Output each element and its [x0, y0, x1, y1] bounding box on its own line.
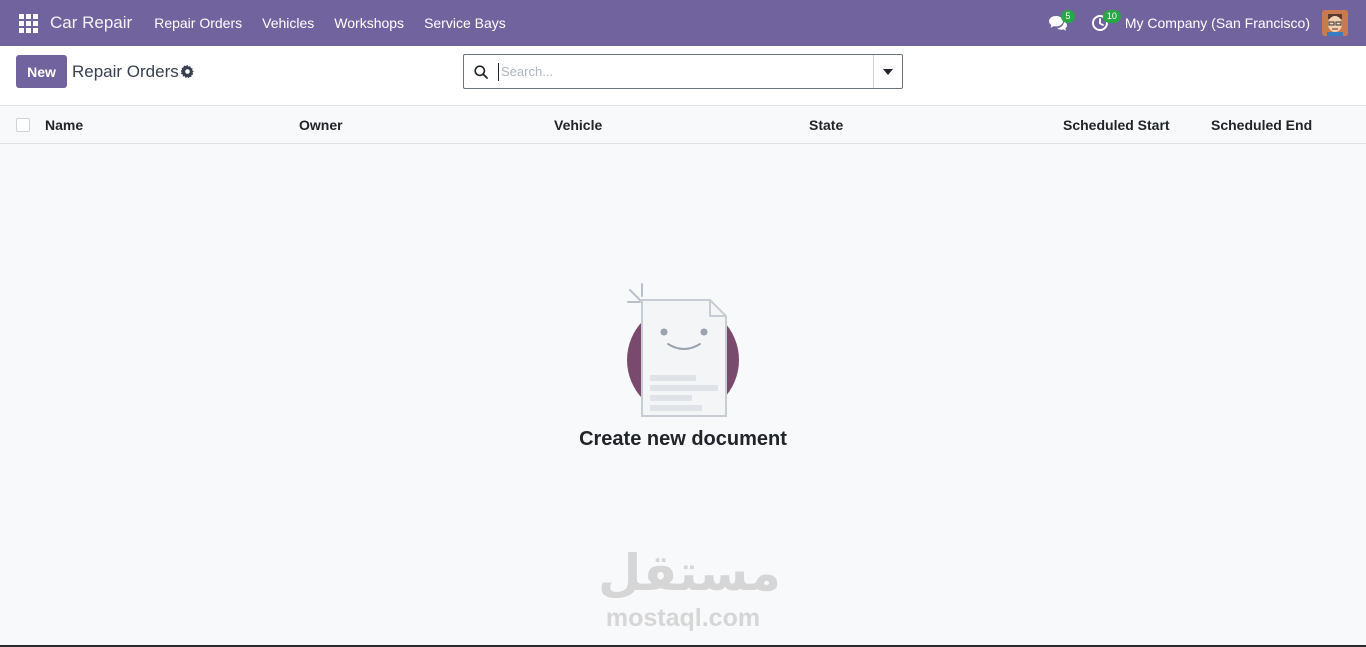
smiling-document-icon — [627, 283, 739, 417]
user-avatar-icon — [1322, 10, 1348, 36]
column-header-name[interactable]: Name — [45, 117, 83, 133]
top-navbar: Car Repair Repair Orders Vehicles Worksh… — [0, 0, 1366, 46]
empty-state-title: Create new document — [579, 428, 787, 450]
messaging-button[interactable]: 5 — [1037, 0, 1079, 46]
watermark-arabic: مستقل — [598, 544, 781, 602]
column-header-owner[interactable]: Owner — [299, 117, 343, 133]
menu-repair-orders[interactable]: Repair Orders — [144, 0, 252, 46]
menu-vehicles[interactable]: Vehicles — [252, 0, 324, 46]
select-all-checkbox[interactable] — [16, 118, 30, 132]
list-header: Name Owner Vehicle State Scheduled Start… — [0, 106, 1366, 144]
column-header-state[interactable]: State — [809, 117, 843, 133]
column-header-scheduled-start[interactable]: Scheduled Start — [1063, 117, 1170, 133]
menu-workshops[interactable]: Workshops — [324, 0, 414, 46]
messages-count-badge: 5 — [1060, 10, 1075, 23]
control-panel: New Repair Orders — [0, 46, 1366, 106]
app-name[interactable]: Car Repair — [48, 0, 134, 46]
breadcrumb: Repair Orders — [72, 62, 179, 81]
activities-button[interactable]: 10 — [1079, 0, 1121, 46]
gear-icon — [180, 65, 194, 79]
search-input[interactable] — [498, 62, 873, 81]
user-avatar[interactable] — [1322, 10, 1348, 36]
watermark-latin: mostaql.com — [605, 604, 761, 632]
apps-grid-icon — [18, 13, 38, 33]
column-header-vehicle[interactable]: Vehicle — [554, 117, 602, 133]
action-settings-button[interactable] — [180, 65, 194, 83]
search-box — [463, 54, 903, 89]
empty-state-illustration — [620, 280, 744, 425]
systray: 5 10 My Company (San Francisco) — [1037, 0, 1366, 46]
company-switcher[interactable]: My Company (San Francisco) — [1121, 15, 1322, 31]
apps-menu-button[interactable] — [8, 0, 48, 46]
search-icon-wrap — [464, 64, 498, 79]
caret-down-icon — [883, 68, 893, 75]
search-options-toggle[interactable] — [873, 55, 902, 88]
column-header-scheduled-end[interactable]: Scheduled End — [1211, 117, 1312, 133]
search-icon — [474, 64, 488, 79]
activities-count-badge: 10 — [1102, 10, 1121, 23]
menu-service-bays[interactable]: Service Bays — [414, 0, 516, 46]
new-button[interactable]: New — [16, 55, 67, 88]
